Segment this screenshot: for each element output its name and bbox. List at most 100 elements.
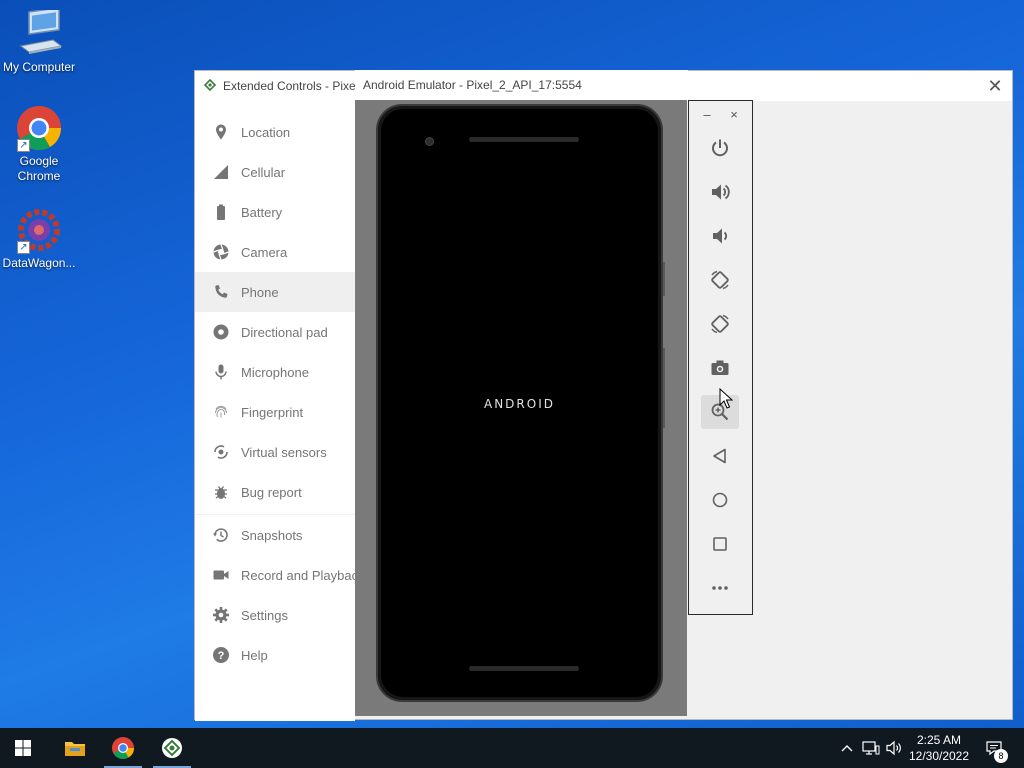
desktop-icon-label: Google Chrome <box>17 154 61 183</box>
volume-up-button[interactable] <box>701 175 739 209</box>
toolbar-close-button[interactable]: × <box>726 107 742 122</box>
nav-item-cellular[interactable]: Cellular <box>195 152 355 192</box>
nav-label: Phone <box>241 284 279 300</box>
rotate-left-icon <box>711 270 729 290</box>
volume-down-button[interactable] <box>701 219 739 253</box>
extended-controls-title: Extended Controls - Pixel_2_API_17:5554 <box>223 79 355 93</box>
sensors-icon <box>212 443 230 461</box>
dpad-icon <box>212 323 230 341</box>
nav-item-phone[interactable]: Phone <box>195 272 355 312</box>
nav-label: Location <box>241 124 291 140</box>
tray-chevron-up-icon[interactable] <box>838 728 856 768</box>
desktop-icon-my-computer[interactable]: My Computer <box>1 6 77 75</box>
nav-label: Cellular <box>241 164 286 180</box>
clock-date: 12/30/2022 <box>908 749 970 763</box>
datawagon-gear-icon: ↗ <box>15 206 63 254</box>
volume-down-icon <box>713 228 728 244</box>
mouse-cursor-icon <box>719 388 733 409</box>
home-circle-icon <box>712 492 728 508</box>
nav-item-settings[interactable]: Settings <box>195 595 355 635</box>
desktop-icon-label: DataWagon... <box>2 256 76 270</box>
nav-label: Battery <box>241 204 283 220</box>
emulator-title: Android Emulator - Pixel_2_API_17:5554 <box>363 78 582 92</box>
power-button[interactable] <box>701 131 739 165</box>
help-icon: ? <box>212 646 230 664</box>
taskbar-android-emulator[interactable] <box>149 728 195 768</box>
svg-text:?: ? <box>218 650 225 662</box>
home-button[interactable] <box>701 483 739 517</box>
nav-label: Virtual sensors <box>241 444 327 460</box>
bottom-speaker <box>469 666 579 671</box>
taskbar: 2:25 AM 12/30/2022 <box>0 728 1024 768</box>
emulator-logo-icon <box>162 738 182 758</box>
nav-item-record-and-playback[interactable]: Record and Playback <box>195 555 355 595</box>
extended-controls-sidebar: Location Cellular Battery Camera Phone D… <box>195 101 355 721</box>
signal-icon <box>212 163 230 181</box>
taskbar-file-explorer[interactable] <box>52 728 98 768</box>
nav-item-battery[interactable]: Battery <box>195 192 355 232</box>
rotate-left-button[interactable] <box>701 263 739 297</box>
nav-item-help[interactable]: ? Help <box>195 635 355 675</box>
shortcut-arrow-icon: ↗ <box>17 139 30 152</box>
nav-label: Fingerprint <box>241 404 304 420</box>
speaker-icon[interactable] <box>884 728 904 768</box>
overview-square-icon <box>713 537 727 551</box>
camera-icon <box>711 360 729 375</box>
more-dots-icon <box>712 586 728 590</box>
emulator-titlebar[interactable]: Android Emulator - Pixel_2_API_17:5554 <box>355 70 688 100</box>
device-screen[interactable]: ANDROID <box>381 109 658 697</box>
clock-time: 2:25 AM <box>916 733 962 747</box>
power-icon <box>712 139 728 157</box>
nav-item-camera[interactable]: Camera <box>195 232 355 272</box>
phone-icon <box>212 283 230 301</box>
taskbar-chrome[interactable] <box>100 728 146 768</box>
back-button[interactable] <box>701 439 739 473</box>
nav-label: Camera <box>241 244 288 260</box>
nav-item-snapshots[interactable]: Snapshots <box>195 515 355 555</box>
nav-label: Bug report <box>241 484 302 500</box>
history-icon <box>212 526 230 544</box>
nav-label: Record and Playback <box>241 567 355 583</box>
nav-item-location[interactable]: Location <box>195 112 355 152</box>
chrome-icon <box>112 737 134 759</box>
folder-icon <box>65 742 85 756</box>
nav-label: Settings <box>241 607 288 623</box>
nav-item-directional-pad[interactable]: Directional pad <box>195 312 355 352</box>
fingerprint-icon <box>212 403 230 421</box>
nav-item-bug-report[interactable]: Bug report <box>195 472 355 512</box>
nav-label: Directional pad <box>241 324 328 340</box>
emulator-logo-icon <box>204 79 216 91</box>
rotate-right-button[interactable] <box>701 307 739 341</box>
nav-label: Snapshots <box>241 527 303 543</box>
back-triangle-icon <box>713 448 726 464</box>
desktop-icon-datawagon[interactable]: ↗ DataWagon... <box>1 206 77 271</box>
nav-label: Help <box>241 647 268 663</box>
android-boot-logo: ANDROID <box>484 397 555 411</box>
desktop-icon-label: My Computer <box>2 60 76 74</box>
shortcut-arrow-icon: ↗ <box>17 241 30 254</box>
toolbar-minimize-button[interactable]: – <box>699 107 715 122</box>
location-pin-icon <box>212 123 230 141</box>
desktop-icon-google-chrome[interactable]: ↗ Google Chrome <box>1 104 77 184</box>
more-button[interactable] <box>701 571 739 605</box>
nav-label: Microphone <box>241 364 309 380</box>
volume-up-icon <box>712 184 730 200</box>
notification-count-badge: 8 <box>994 749 1008 763</box>
nav-item-fingerprint[interactable]: Fingerprint <box>195 392 355 432</box>
nav-item-microphone[interactable]: Microphone <box>195 352 355 392</box>
computer-icon <box>15 6 63 58</box>
battery-icon <box>212 203 230 221</box>
windows-logo-icon <box>15 740 31 756</box>
emulator-toolbar: – × <box>688 100 753 615</box>
screenshot-button[interactable] <box>701 351 739 385</box>
network-icon[interactable] <box>861 728 881 768</box>
top-speaker <box>469 137 579 142</box>
close-icon[interactable]: ✕ <box>984 75 1006 97</box>
device-frame: ANDROID <box>376 104 663 702</box>
start-button[interactable] <box>0 728 46 768</box>
taskbar-clock[interactable]: 2:25 AM 12/30/2022 <box>904 732 974 764</box>
camera-aperture-icon <box>212 243 230 261</box>
overview-button[interactable] <box>701 527 739 561</box>
nav-item-virtual-sensors[interactable]: Virtual sensors <box>195 432 355 472</box>
video-camera-icon <box>212 566 230 584</box>
